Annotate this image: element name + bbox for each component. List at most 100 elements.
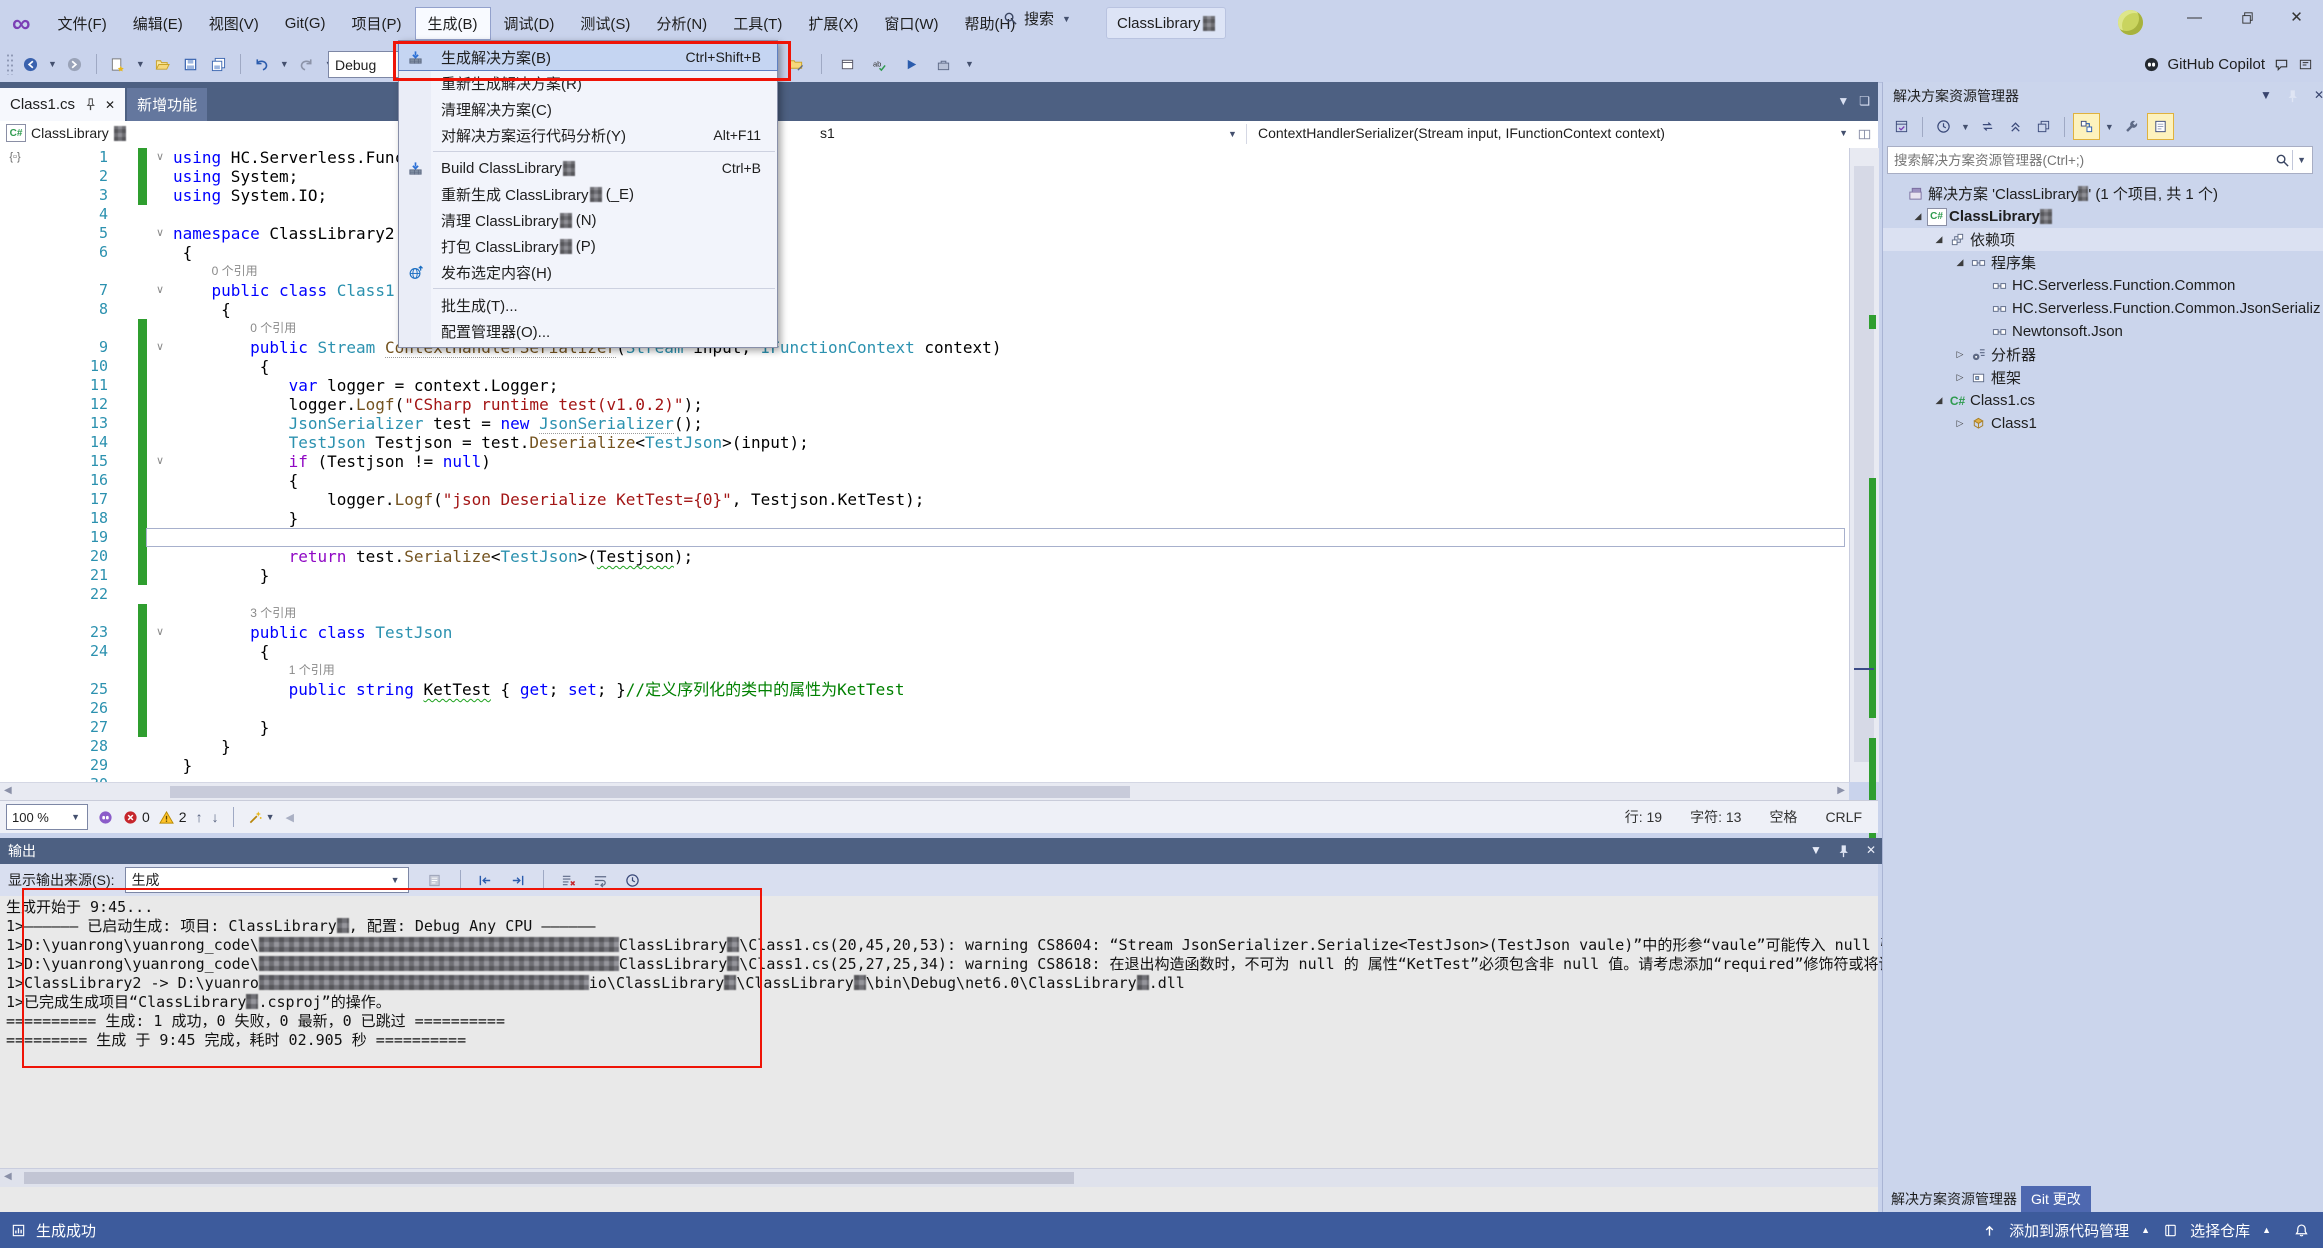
chevron-down-icon[interactable]: ▼ bbox=[2105, 122, 2114, 132]
code-line[interactable]: 11 var logger = context.Logger; bbox=[0, 376, 1849, 395]
tree-item[interactable]: Newtonsoft.Json bbox=[1883, 320, 2323, 343]
menu-item[interactable]: 打包 ClassLibrary (P) bbox=[399, 233, 777, 259]
pin-icon[interactable] bbox=[2285, 88, 2301, 104]
menu-item[interactable]: 清理解决方案(C) bbox=[399, 96, 777, 122]
close-icon[interactable]: ✕ bbox=[2314, 88, 2323, 104]
copilot-status-icon[interactable] bbox=[97, 809, 113, 825]
save-button[interactable] bbox=[179, 52, 203, 76]
nav-back-button[interactable] bbox=[18, 52, 42, 76]
code-line[interactable]: 22 bbox=[0, 585, 1849, 604]
fold-arrow[interactable]: ∨ bbox=[147, 281, 173, 300]
tree-item[interactable]: ◢程序集 bbox=[1883, 251, 2323, 274]
wrench-button[interactable] bbox=[2119, 114, 2144, 139]
menubar-item[interactable]: 生成(B) bbox=[415, 7, 491, 40]
code-line[interactable]: 5∨namespace ClassLibrary2 bbox=[0, 224, 1849, 243]
solution-explorer-title-bar[interactable]: 解决方案资源管理器 ▼ ✕ bbox=[1883, 82, 2323, 110]
project-dropdown[interactable]: C# ClassLibrary bbox=[6, 124, 126, 142]
switch-views-button[interactable] bbox=[1889, 114, 1914, 139]
spell-check-button[interactable]: ab bbox=[867, 52, 891, 76]
split-window-icon[interactable] bbox=[1856, 126, 1872, 142]
code-line[interactable]: {▫}1∨using HC.Serverless.Function.Common… bbox=[0, 148, 1849, 167]
expander-closed-icon[interactable]: ▷ bbox=[1952, 372, 1968, 383]
fold-arrow[interactable]: ∨ bbox=[147, 224, 173, 243]
new-project-button[interactable] bbox=[106, 52, 130, 76]
code-line[interactable]: 3using System.IO; bbox=[0, 186, 1849, 205]
menu-item[interactable]: 生成解决方案(B)Ctrl+Shift+B bbox=[399, 44, 777, 70]
menubar-item[interactable]: 窗口(W) bbox=[871, 7, 951, 40]
menubar-item[interactable]: 扩展(X) bbox=[795, 7, 871, 40]
menu-item[interactable]: 清理 ClassLibrary (N) bbox=[399, 207, 777, 233]
menubar-item[interactable]: 调试(D) bbox=[491, 7, 568, 40]
notifications-bell-icon[interactable] bbox=[2293, 1222, 2309, 1238]
close-icon[interactable]: ✕ bbox=[105, 98, 115, 112]
float-window-icon[interactable]: ❏ bbox=[1859, 94, 1870, 108]
prev-message-button[interactable] bbox=[474, 868, 498, 892]
play-button[interactable] bbox=[899, 52, 923, 76]
code-line[interactable]: 21 } bbox=[0, 566, 1849, 585]
code-line[interactable]: 7∨ public class Class1 bbox=[0, 281, 1849, 300]
code-line[interactable]: 18 } bbox=[0, 509, 1849, 528]
scroll-left-icon[interactable]: ◀ bbox=[4, 1171, 12, 1182]
menubar-item[interactable]: 分析(N) bbox=[643, 7, 720, 40]
editor-horizontal-scrollbar[interactable]: ◀ ▶ bbox=[0, 782, 1849, 801]
tab-git-changes[interactable]: Git 更改 bbox=[2021, 1186, 2091, 1212]
sync-active-button[interactable] bbox=[2073, 113, 2100, 140]
tree-item[interactable]: ◢依赖项 bbox=[1883, 228, 2323, 251]
scrollbar-thumb[interactable] bbox=[170, 786, 1130, 798]
tree-item[interactable]: HC.Serverless.Function.Common.JsonSerial… bbox=[1883, 297, 2323, 320]
document-tab[interactable]: Class1.cs✕ bbox=[0, 88, 125, 121]
code-line[interactable]: 4 bbox=[0, 205, 1849, 224]
restore-button[interactable] bbox=[2225, 0, 2270, 34]
pin-icon[interactable] bbox=[82, 97, 98, 113]
output-log[interactable]: 生成开始于 9:45...1>—————— 已启动生成: 项目: ClassLi… bbox=[6, 898, 1872, 1050]
menu-item[interactable]: Build ClassLibraryCtrl+B bbox=[399, 155, 777, 181]
output-title-bar[interactable]: 输出 ▼ ✕ bbox=[0, 838, 1886, 864]
doc-gray-button[interactable] bbox=[423, 868, 447, 892]
pin-icon[interactable] bbox=[1836, 843, 1852, 859]
menu-item[interactable]: 对解决方案运行代码分析(Y)Alt+F11 bbox=[399, 122, 777, 148]
menu-item[interactable]: 配置管理器(O)... bbox=[399, 318, 777, 344]
preview-button[interactable] bbox=[2147, 113, 2174, 140]
code-line[interactable]: 26 bbox=[0, 699, 1849, 718]
fold-arrow[interactable]: ∨ bbox=[147, 623, 173, 642]
fold-arrow[interactable]: ∨ bbox=[147, 338, 173, 357]
tree-item[interactable]: ▷框架 bbox=[1883, 366, 2323, 389]
code-line[interactable]: 8 { bbox=[0, 300, 1849, 319]
chevron-down-icon[interactable]: ▼ bbox=[280, 59, 289, 69]
window-box-button[interactable] bbox=[835, 52, 859, 76]
tab-solution-explorer[interactable]: 解决方案资源管理器 bbox=[1891, 1189, 2017, 1209]
expander-open-icon[interactable]: ◢ bbox=[1910, 211, 1926, 222]
code-line[interactable]: 2using System; bbox=[0, 167, 1849, 186]
fold-arrow[interactable]: ∨ bbox=[147, 452, 173, 471]
editor-vertical-scrollbar[interactable] bbox=[1849, 148, 1879, 782]
code-line[interactable]: 30 bbox=[0, 775, 1849, 782]
code-line[interactable]: 24 { bbox=[0, 642, 1849, 661]
github-copilot-control[interactable]: GitHub Copilot bbox=[2143, 46, 2313, 82]
eol-indicator[interactable]: CRLF bbox=[1825, 809, 1862, 825]
spaces-indicator[interactable]: 空格 bbox=[1769, 807, 1797, 827]
output-source-combo[interactable]: 生成▼ bbox=[125, 867, 409, 893]
menubar-item[interactable]: 视图(V) bbox=[196, 7, 272, 40]
toolbox-button[interactable] bbox=[931, 52, 955, 76]
tree-item[interactable]: ▷Class1 bbox=[1883, 412, 2323, 435]
code-line[interactable]: 25 public string KetTest { get; set; }//… bbox=[0, 680, 1849, 699]
user-avatar[interactable] bbox=[2118, 10, 2143, 35]
minimize-button[interactable]: — bbox=[2172, 0, 2217, 34]
nav-forward-button[interactable] bbox=[63, 52, 87, 76]
code-line[interactable]: 13 JsonSerializer test = new JsonSeriali… bbox=[0, 414, 1849, 433]
chevron-down-icon[interactable]: ▼ bbox=[1228, 129, 1237, 139]
code-line[interactable]: 6 { bbox=[0, 243, 1849, 262]
active-files-icon[interactable]: ▼ bbox=[1837, 94, 1849, 108]
menu-item[interactable]: 发布选定内容(H) bbox=[399, 259, 777, 285]
code-line[interactable]: 28 } bbox=[0, 737, 1849, 756]
tree-item[interactable]: 解决方案 'ClassLibrary' (1 个项目, 共 1 个) bbox=[1883, 182, 2323, 205]
tree-item[interactable]: HC.Serverless.Function.Common bbox=[1883, 274, 2323, 297]
menubar-item[interactable]: 工具(T) bbox=[720, 7, 795, 40]
search-control[interactable]: 搜索 ▼ bbox=[1002, 8, 1073, 29]
next-issue-icon[interactable]: ↓ bbox=[212, 809, 219, 825]
chevron-down-icon[interactable]: ▼ bbox=[1961, 122, 1970, 132]
column-indicator[interactable]: 字符: 13 bbox=[1690, 807, 1741, 827]
code-editor[interactable]: {▫}1∨using HC.Serverless.Function.Common… bbox=[0, 148, 1849, 782]
code-line[interactable]: 19 bbox=[0, 528, 1849, 547]
usings-hint-icon[interactable]: {▫} bbox=[9, 151, 20, 163]
